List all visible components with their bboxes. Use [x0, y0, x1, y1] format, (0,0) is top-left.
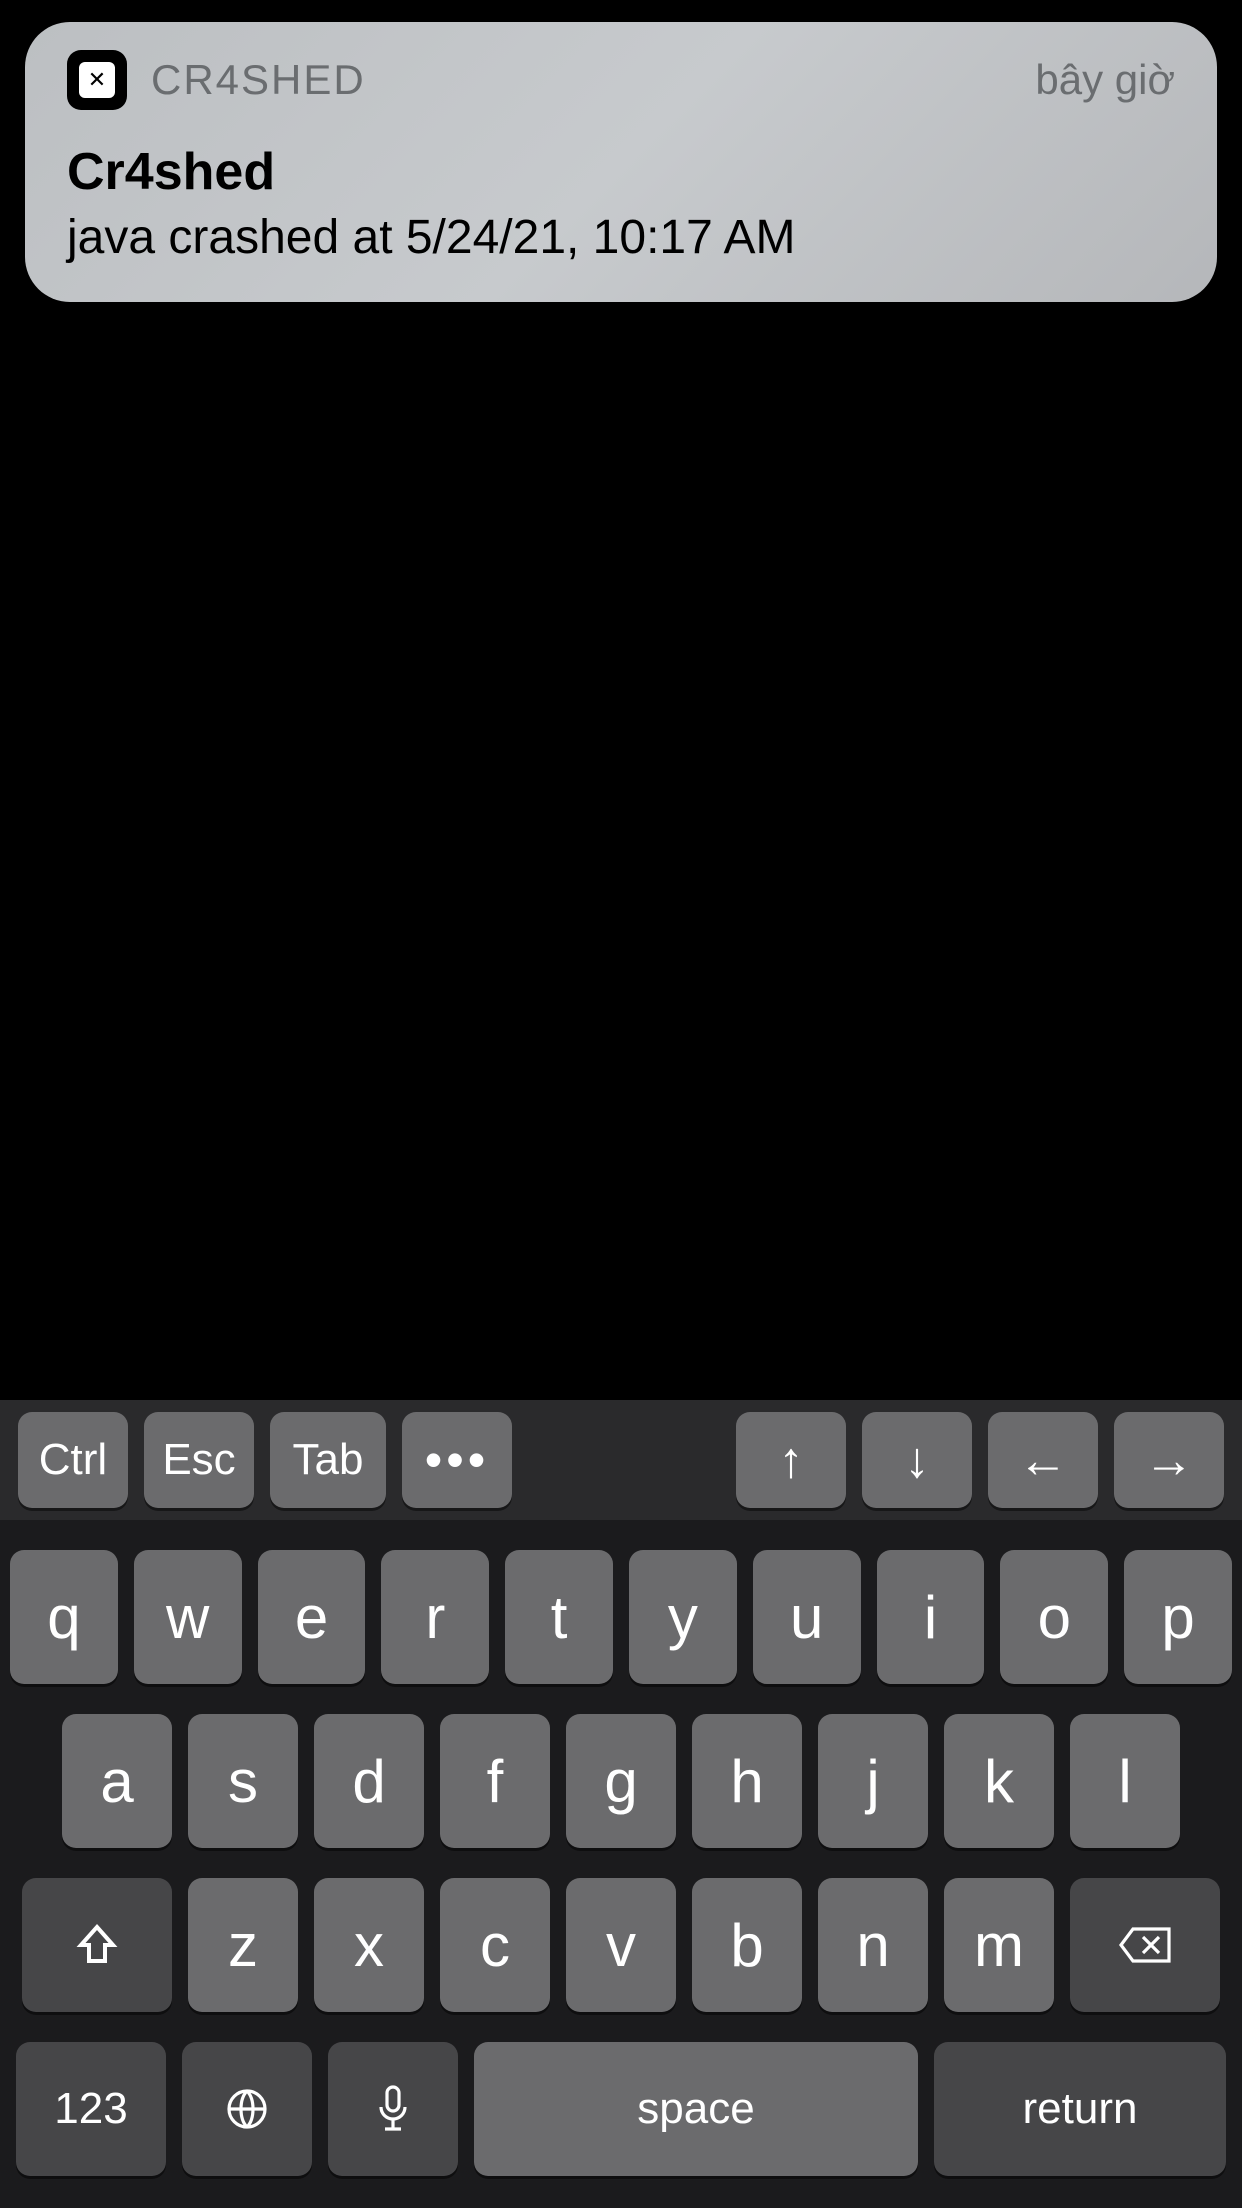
key-y[interactable]: y — [629, 1550, 737, 1684]
backspace-key[interactable] — [1070, 1878, 1220, 2012]
key-w[interactable]: w — [134, 1550, 242, 1684]
key-m[interactable]: m — [944, 1878, 1054, 2012]
key-o[interactable]: o — [1000, 1550, 1108, 1684]
globe-key[interactable] — [182, 2042, 312, 2176]
esc-key[interactable]: Esc — [144, 1412, 254, 1508]
key-f[interactable]: f — [440, 1714, 550, 1848]
notification-banner[interactable]: ✕ CR4SHED bây giờ Cr4shed java crashed a… — [25, 22, 1217, 302]
app-icon: ✕ — [67, 50, 127, 110]
return-key[interactable]: return — [934, 2042, 1226, 2176]
tab-key[interactable]: Tab — [270, 1412, 386, 1508]
key-a[interactable]: a — [62, 1714, 172, 1848]
key-k[interactable]: k — [944, 1714, 1054, 1848]
key-d[interactable]: d — [314, 1714, 424, 1848]
key-r[interactable]: r — [381, 1550, 489, 1684]
key-z[interactable]: z — [188, 1878, 298, 2012]
arrow-down-key[interactable]: ↓ — [862, 1412, 972, 1508]
ctrl-key[interactable]: Ctrl — [18, 1412, 128, 1508]
notification-time: bây giờ — [1035, 56, 1175, 104]
arrow-left-key[interactable]: ← — [988, 1412, 1098, 1508]
key-g[interactable]: g — [566, 1714, 676, 1848]
space-key[interactable]: space — [474, 2042, 918, 2176]
keyboard-accessory-bar: Ctrl Esc Tab ••• ↑ ↓ ← → — [0, 1400, 1242, 1520]
notification-title: Cr4shed — [67, 142, 1175, 202]
key-x[interactable]: x — [314, 1878, 424, 2012]
key-h[interactable]: h — [692, 1714, 802, 1848]
arrow-up-key[interactable]: ↑ — [736, 1412, 846, 1508]
onscreen-keyboard: q w e r t y u i o p a s d f g h j k l z — [0, 1520, 1242, 2208]
notification-body: java crashed at 5/24/21, 10:17 AM — [67, 210, 1175, 265]
dictation-key[interactable] — [328, 2042, 458, 2176]
shift-key[interactable] — [22, 1878, 172, 2012]
key-p[interactable]: p — [1124, 1550, 1232, 1684]
more-key[interactable]: ••• — [402, 1412, 512, 1508]
arrow-right-key[interactable]: → — [1114, 1412, 1224, 1508]
key-l[interactable]: l — [1070, 1714, 1180, 1848]
numbers-key[interactable]: 123 — [16, 2042, 166, 2176]
key-e[interactable]: e — [258, 1550, 366, 1684]
key-c[interactable]: c — [440, 1878, 550, 2012]
key-j[interactable]: j — [818, 1714, 928, 1848]
key-n[interactable]: n — [818, 1878, 928, 2012]
key-i[interactable]: i — [877, 1550, 985, 1684]
key-b[interactable]: b — [692, 1878, 802, 2012]
key-s[interactable]: s — [188, 1714, 298, 1848]
key-v[interactable]: v — [566, 1878, 676, 2012]
key-t[interactable]: t — [505, 1550, 613, 1684]
notification-app-name: CR4SHED — [151, 56, 366, 104]
key-u[interactable]: u — [753, 1550, 861, 1684]
key-q[interactable]: q — [10, 1550, 118, 1684]
